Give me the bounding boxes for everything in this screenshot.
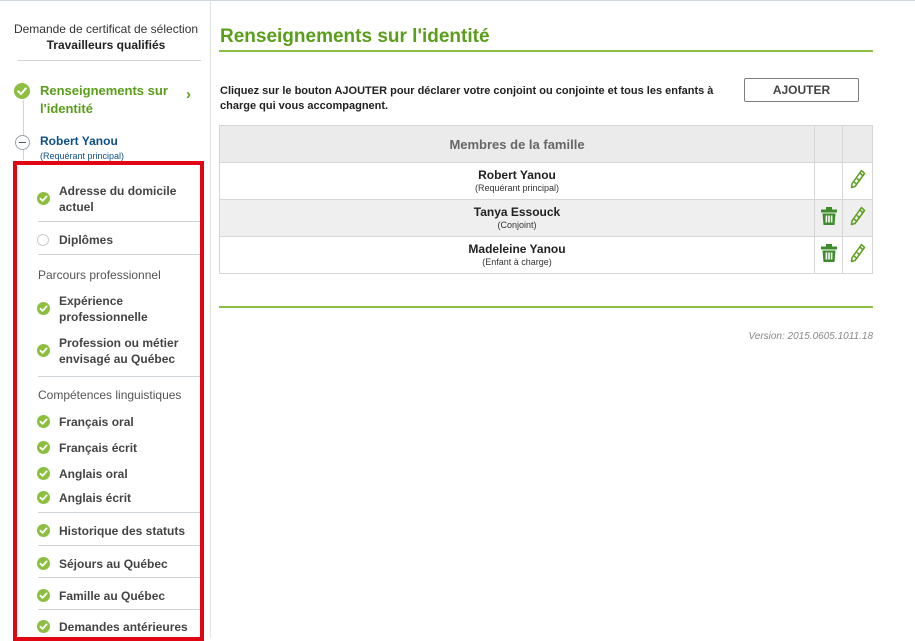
sidebar-step-identity[interactable]: Renseignements sur l'identité › xyxy=(14,81,204,121)
delete-cell xyxy=(814,236,843,274)
delete-cell xyxy=(814,199,843,237)
edit-cell xyxy=(842,236,873,274)
main-content: Renseignements sur l'identité Cliquez su… xyxy=(219,0,874,638)
edit-icon[interactable] xyxy=(850,169,866,194)
sidebar-header: Demande de certificat de sélection Trava… xyxy=(10,21,202,53)
member-cell: Madeleine Yanou (Enfant à charge) xyxy=(219,236,815,274)
application-title: Demande de certificat de sélection xyxy=(13,22,199,36)
edit-cell xyxy=(842,162,873,200)
bottom-rule xyxy=(219,306,873,308)
table-row: Robert Yanou (Requérant principal) xyxy=(219,162,873,200)
sidebar: Demande de certificat de sélection Trava… xyxy=(0,0,211,641)
chevron-right-icon: › xyxy=(186,86,191,103)
edit-icon[interactable] xyxy=(850,206,866,231)
collapse-icon[interactable] xyxy=(15,135,30,150)
table-header: Membres de la famille xyxy=(219,125,815,163)
empty-cell xyxy=(814,162,843,200)
delete-icon[interactable] xyxy=(820,243,838,268)
person-role: (Requérant principal) xyxy=(40,151,125,161)
edit-cell xyxy=(842,199,873,237)
member-cell: Tanya Essouck (Conjoint) xyxy=(219,199,815,237)
highlight-box xyxy=(13,161,204,641)
delete-icon[interactable] xyxy=(820,206,838,231)
table-header-empty xyxy=(842,125,873,163)
add-button[interactable]: AJOUTER xyxy=(744,78,859,102)
table-row: Tanya Essouck (Conjoint) xyxy=(219,199,873,237)
sidebar-person[interactable]: Robert Yanou (Requérant principal) xyxy=(14,134,204,164)
title-rule xyxy=(219,50,873,52)
instructions-text: Cliquez sur le bouton AJOUTER pour décla… xyxy=(220,85,714,112)
version-text: Version: 2015.0605.1011.18 xyxy=(748,331,873,342)
program-name: Travailleurs qualifiés xyxy=(46,38,166,52)
table-header-empty xyxy=(814,125,843,163)
table-row: Madeleine Yanou (Enfant à charge) xyxy=(219,236,873,274)
member-role: (Requérant principal) xyxy=(474,182,560,193)
edit-icon[interactable] xyxy=(850,243,866,268)
step-label: Renseignements sur l'identité xyxy=(40,83,168,116)
divider xyxy=(18,60,201,61)
page-title: Renseignements sur l'identité xyxy=(220,26,490,47)
member-cell: Robert Yanou (Requérant principal) xyxy=(219,162,815,200)
check-circle-icon xyxy=(14,83,30,99)
member-name: Tanya Essouck xyxy=(473,204,561,219)
member-name: Madeleine Yanou xyxy=(468,241,566,256)
member-role: (Conjoint) xyxy=(497,219,537,230)
person-name[interactable]: Robert Yanou xyxy=(40,134,118,148)
family-members-table: Membres de la famille Robert Yanou (Requ… xyxy=(219,125,873,274)
member-name: Robert Yanou xyxy=(478,167,556,182)
member-role: (Enfant à charge) xyxy=(482,256,552,267)
